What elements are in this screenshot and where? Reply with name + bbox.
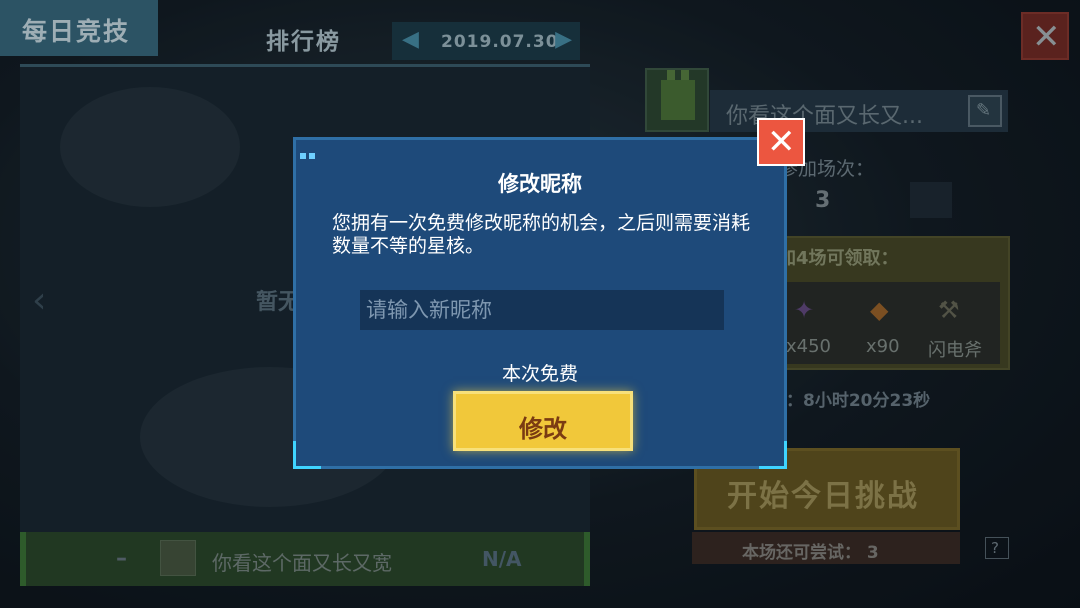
nickname-input[interactable] bbox=[360, 290, 724, 330]
corner-bracket-decoration bbox=[293, 441, 321, 469]
rename-dialog: 修改昵称 您拥有一次免费修改昵称的机会，之后则需要消耗数量不等的星核。 本次免费… bbox=[293, 137, 787, 469]
dialog-title: 修改昵称 bbox=[498, 172, 582, 196]
close-dialog-button[interactable]: ✕ bbox=[757, 118, 805, 166]
confirm-rename-label: 修改 bbox=[519, 415, 567, 443]
corner-dots-decoration bbox=[300, 144, 320, 159]
close-icon: ✕ bbox=[767, 122, 796, 162]
dialog-description: 您拥有一次免费修改昵称的机会，之后则需要消耗数量不等的星核。 bbox=[332, 212, 751, 257]
free-notice: 本次免费 bbox=[501, 363, 578, 385]
corner-bracket-decoration bbox=[759, 441, 787, 469]
confirm-rename-button[interactable]: 修改 bbox=[453, 391, 633, 451]
